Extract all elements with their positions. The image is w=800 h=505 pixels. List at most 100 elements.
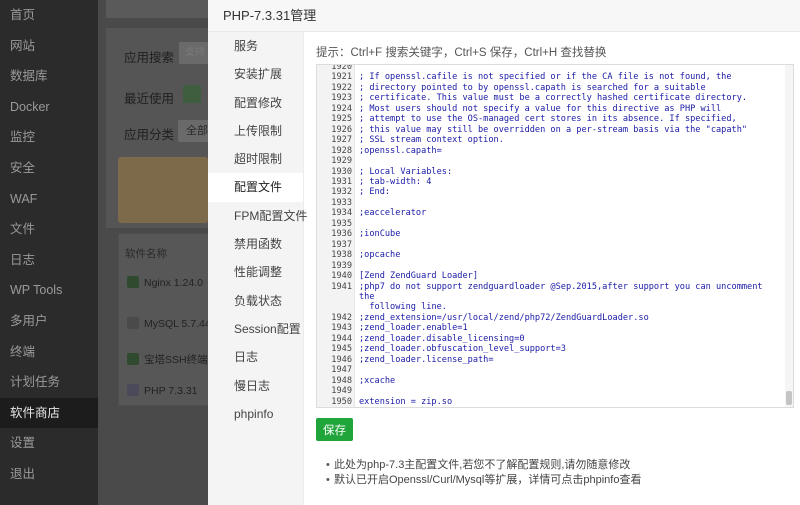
line-text[interactable]: ; tab-width: 4 [355,177,781,187]
line-text[interactable]: ;zend_loader.enable=1 [355,323,781,333]
bg-category-chip[interactable]: 全部 [178,120,208,142]
line-text[interactable] [355,240,781,250]
code-line[interactable]: 1945 ;zend_loader.obfuscation_level_suppo… [317,344,787,354]
modal-menu-item[interactable]: FPM配置文件 [208,202,307,230]
line-text[interactable] [355,198,781,208]
code-line[interactable]: 1930; Local Variables: [317,167,787,177]
line-text[interactable]: ;zend_extension=/usr/local/zend/php72/Ze… [355,313,781,323]
code-line[interactable]: 1948 ;xcache [317,376,787,386]
code-line[interactable]: 1942 ;zend_extension=/usr/local/zend/php7… [317,313,787,323]
modal-menu-item[interactable]: 配置修改 [208,89,303,117]
code-line[interactable]: 1932; End: [317,187,787,197]
code-line[interactable]: 1944 ;zend_loader.disable_licensing=0 [317,334,787,344]
code-line[interactable]: 1934 ;eaccelerator [317,208,787,218]
sidebar-item[interactable]: 文件 [0,214,98,245]
modal-menu-item[interactable]: 日志 [208,343,303,371]
line-text[interactable]: ; SSL stream context option. [355,135,781,145]
modal-menu-item[interactable]: 禁用函数 [208,230,303,258]
sidebar-item[interactable]: 设置 [0,428,98,459]
sidebar-item[interactable]: 终端 [0,337,98,368]
modal-menu-item[interactable]: 慢日志 [208,372,303,400]
code-line[interactable]: 1923; certificate. This value must be a … [317,93,787,103]
line-text[interactable]: ;zend_loader.disable_licensing=0 [355,334,781,344]
line-text[interactable] [355,365,781,375]
line-text[interactable]: ;zend_loader.obfuscation_level_support=3 [355,344,781,354]
line-text[interactable] [355,219,781,229]
line-text[interactable]: ; directory pointed to by openssl.capath… [355,83,781,93]
code-line[interactable]: 1939 [317,261,787,271]
code-line[interactable]: 1927; SSL stream context option. [317,135,787,145]
sidebar-item[interactable]: 网站 [0,31,98,62]
line-text[interactable]: ; If openssl.cafile is not specified or … [355,72,781,82]
line-text[interactable]: ;php7 do not support zendguardloader @Se… [355,282,781,313]
line-text[interactable]: ; certificate. This value must be a corr… [355,93,781,103]
code-area[interactable]: 1920 1921; If openssl.cafile is not speci… [317,65,787,408]
save-button[interactable]: 保存 [316,418,353,441]
code-line[interactable]: 1922; directory pointed to by openssl.ca… [317,83,787,93]
modal-menu-item[interactable]: Session配置 [208,315,303,343]
code-line[interactable]: 1928 ;openssl.capath= [317,146,787,156]
sidebar-item[interactable]: WP Tools [0,275,98,306]
code-line[interactable]: 1949 [317,386,787,396]
line-text[interactable]: ;openssl.capath= [355,146,781,156]
modal-menu-item[interactable]: 安装扩展 [208,60,303,88]
code-line[interactable]: 1926; this value may still be overridden… [317,125,787,135]
code-line[interactable]: 1938 ;opcache [317,250,787,260]
sidebar-item[interactable]: Docker [0,92,98,123]
line-text[interactable] [355,261,781,271]
modal-menu-item[interactable]: 负载状态 [208,287,303,315]
code-line[interactable]: 1933 [317,198,787,208]
modal-menu-item[interactable]: 性能调整 [208,258,303,286]
sidebar-item[interactable]: 数据库 [0,61,98,92]
sidebar-item[interactable]: 首页 [0,0,98,31]
sidebar-item[interactable]: 监控 [0,122,98,153]
sidebar-item[interactable]: 退出 [0,459,98,490]
bg-search-input[interactable]: 支持 [178,41,208,65]
bg-table-row[interactable]: Nginx 1.24.0 [127,276,203,289]
code-line[interactable]: 1937 [317,240,787,250]
line-text[interactable]: ;ionCube [355,229,781,239]
code-line[interactable]: 1941 ;php7 do not support zendguardloader… [317,282,787,313]
bg-table-row[interactable]: 宝塔SSH终端 1 [127,352,208,367]
code-line[interactable]: 1935 [317,219,787,229]
modal-menu-item[interactable]: phpinfo [208,400,303,428]
sidebar-item[interactable]: WAF [0,184,98,215]
code-line[interactable]: 1921; If openssl.cafile is not specified… [317,72,787,82]
code-line[interactable]: 1951extension = swoole_loader73.so [317,407,787,408]
bg-table-row[interactable]: MySQL 5.7.44 [127,317,208,330]
sidebar-item[interactable]: 安全 [0,153,98,184]
modal-menu-item[interactable]: 超时限制 [208,145,303,173]
line-text[interactable]: ; this value may still be overridden on … [355,125,781,135]
line-text[interactable]: ;opcache [355,250,781,260]
sidebar-item[interactable]: 软件商店 [0,397,98,429]
line-text[interactable]: ; attempt to use the OS-managed cert sto… [355,114,781,124]
code-line[interactable]: 1925; attempt to use the OS-managed cert… [317,114,787,124]
modal-menu-item[interactable]: 配置文件 [208,173,303,202]
line-text[interactable]: ;eaccelerator [355,208,781,218]
line-text[interactable] [355,65,781,72]
code-line[interactable]: 1931; tab-width: 4 [317,177,787,187]
sidebar-item[interactable]: 日志 [0,245,98,276]
code-line[interactable]: 1950 extension = zip.so [317,397,787,407]
line-text[interactable] [355,386,781,396]
modal-menu-item[interactable]: 服务 [208,32,303,60]
line-text[interactable]: ; Most users should not specify a value … [355,104,781,114]
line-text[interactable]: ;xcache [355,376,781,386]
line-text[interactable]: ;zend_loader.license_path= [355,355,781,365]
code-line[interactable]: 1943 ;zend_loader.enable=1 [317,323,787,333]
bg-table-row[interactable]: PHP 7.3.31 [127,384,198,397]
bg-recent-thumb[interactable] [183,85,201,103]
line-text[interactable]: ; Local Variables: [355,167,781,177]
config-editor[interactable]: 1920 1921; If openssl.cafile is not speci… [316,64,794,408]
code-line[interactable]: 1920 [317,65,787,72]
sidebar-item[interactable]: 多用户 [0,306,98,337]
sidebar-item[interactable]: 计划任务 [0,367,98,398]
modal-menu-item[interactable]: 上传限制 [208,117,303,145]
line-text[interactable]: extension = swoole_loader73.so [355,407,781,408]
line-text[interactable]: ; End: [355,187,781,197]
code-line[interactable]: 1924; Most users should not specify a va… [317,104,787,114]
code-line[interactable]: 1936 ;ionCube [317,229,787,239]
code-line[interactable]: 1946 ;zend_loader.license_path= [317,355,787,365]
bg-promo-banner[interactable] [118,157,208,223]
line-text[interactable]: extension = zip.so [355,397,781,407]
